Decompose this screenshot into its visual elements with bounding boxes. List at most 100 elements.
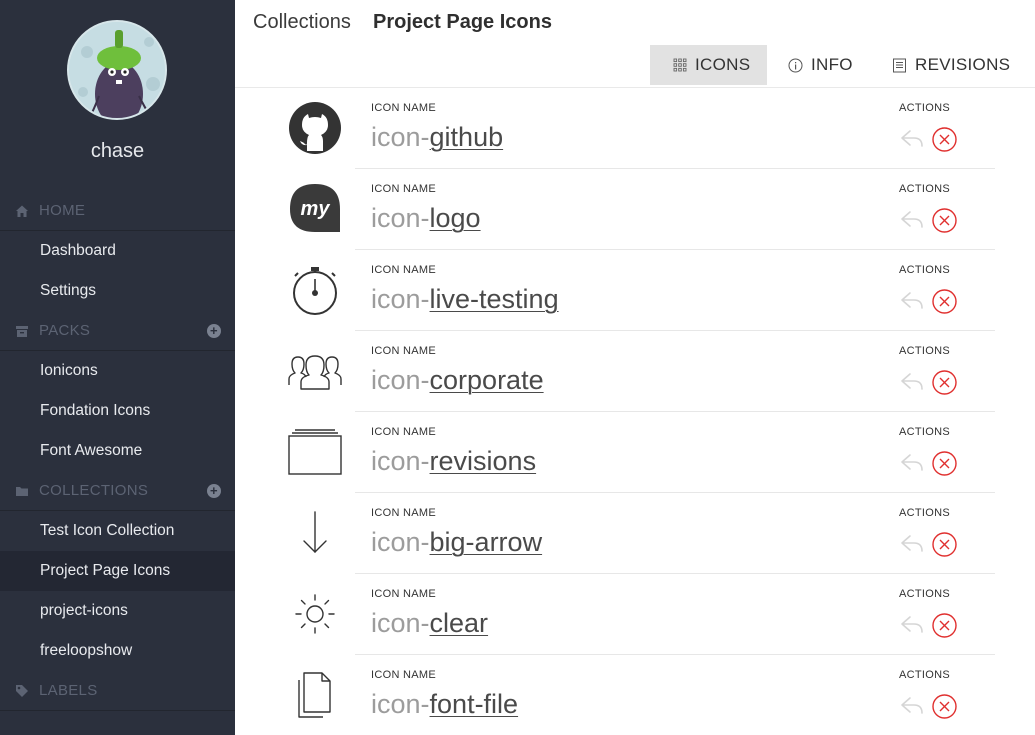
tab-info-label: INFO [811,55,853,74]
icon-name: icon-revisions [371,446,536,477]
delete-icon[interactable] [932,208,957,233]
icon-name-label: ICON NAME [371,102,437,114]
icon-row: ICON NAME icon-github ACTIONS [235,88,1035,169]
breadcrumb[interactable]: Collections [253,11,351,34]
delete-icon[interactable] [932,289,957,314]
icon-prefix: icon- [371,689,430,719]
icon-name-value[interactable]: corporate [430,365,544,395]
icon-row: ICON NAME icon-font-file ACTIONS [235,655,1035,735]
icon-name-value[interactable]: font-file [430,689,519,719]
reply-icon[interactable] [900,614,924,634]
home-icon [14,203,30,219]
icon-name-label: ICON NAME [371,588,437,600]
tag-icon [14,683,30,699]
sidebar-item-fondation-icons[interactable]: Fondation Icons [0,391,235,431]
delete-icon[interactable] [932,127,957,152]
sun-icon[interactable] [285,584,345,644]
icon-row: ICON NAME icon-corporate ACTIONS [235,331,1035,412]
people-group-icon[interactable] [285,341,345,401]
section-labels[interactable]: LABELS [0,671,235,711]
header: Collections Project Page Icons ICONS INF… [235,0,1035,88]
sidebar-item-test-icon-collection[interactable]: Test Icon Collection [0,511,235,551]
icon-name: icon-clear [371,608,488,639]
sidebar-item-dashboard[interactable]: Dashboard [0,231,235,271]
info-icon [788,58,803,73]
reply-icon[interactable] [900,128,924,148]
delete-icon[interactable] [932,694,957,719]
avatar[interactable] [67,20,167,120]
delete-icon[interactable] [932,370,957,395]
reply-icon[interactable] [900,371,924,391]
section-packs-label: PACKS [39,322,91,339]
sidebar: chase HOME Dashboard Settings PACKS + Io… [0,0,235,735]
icon-name-value[interactable]: revisions [430,446,537,476]
actions-label: ACTIONS [899,507,950,519]
archive-icon [14,323,30,339]
delete-icon[interactable] [932,532,957,557]
add-collection-icon[interactable]: + [207,484,221,498]
reply-icon[interactable] [900,209,924,229]
actions-label: ACTIONS [899,264,950,276]
sidebar-item-ionicons[interactable]: Ionicons [0,351,235,391]
sidebar-item-freeloopshow[interactable]: freeloopshow [0,631,235,671]
username: chase [90,140,145,162]
icon-name-label: ICON NAME [371,345,437,357]
icon-prefix: icon- [371,365,430,395]
delete-icon[interactable] [932,451,957,476]
grid-icon [673,58,687,72]
section-collections[interactable]: COLLECTIONS + [0,471,235,511]
icon-name-value[interactable]: clear [430,608,489,638]
stacked-layers-icon[interactable] [285,422,345,482]
tab-revisions-label: REVISIONS [915,55,1011,74]
arrow-down-icon[interactable] [285,503,345,563]
icon-name-value[interactable]: live-testing [430,284,559,314]
reply-icon[interactable] [900,290,924,310]
reply-icon[interactable] [900,533,924,553]
github-icon[interactable] [285,98,345,158]
reply-icon[interactable] [900,452,924,472]
tab-icons[interactable]: ICONS [650,45,767,85]
tab-info[interactable]: INFO [788,45,853,85]
actions-label: ACTIONS [899,426,950,438]
document-files-icon[interactable] [285,665,345,725]
delete-icon[interactable] [932,613,957,638]
icon-name-label: ICON NAME [371,183,437,195]
sidebar-item-project-page-icons[interactable]: Project Page Icons [0,551,235,591]
icon-name-value[interactable]: github [430,122,504,152]
icon-prefix: icon- [371,446,430,476]
reply-icon[interactable] [900,695,924,715]
icon-prefix: icon- [371,608,430,638]
icon-name-label: ICON NAME [371,669,437,681]
actions-label: ACTIONS [899,102,950,114]
icon-name-label: ICON NAME [371,426,437,438]
icon-prefix: icon- [371,284,430,314]
tab-icons-label: ICONS [695,55,751,74]
icon-prefix: icon- [371,122,430,152]
icon-row: ICON NAME icon-live-testing ACTIONS [235,250,1035,331]
document-icon [892,58,907,73]
stopwatch-icon[interactable] [285,260,345,320]
icon-prefix: icon- [371,527,430,557]
section-home[interactable]: HOME [0,191,235,231]
actions-label: ACTIONS [899,588,950,600]
sidebar-item-font-awesome[interactable]: Font Awesome [0,431,235,471]
eggplant-avatar-icon [69,22,165,118]
icon-name-label: ICON NAME [371,507,437,519]
add-pack-icon[interactable]: + [207,324,221,338]
sidebar-item-project-icons[interactable]: project-icons [0,591,235,631]
section-collections-label: COLLECTIONS [39,482,149,499]
icon-name: icon-font-file [371,689,518,720]
sidebar-item-settings[interactable]: Settings [0,271,235,311]
logo-icon[interactable]: my [285,179,345,239]
section-packs[interactable]: PACKS + [0,311,235,351]
actions-label: ACTIONS [899,669,950,681]
page-title: Project Page Icons [373,11,552,33]
icon-name-value[interactable]: logo [430,203,481,233]
icon-name-value[interactable]: big-arrow [430,527,543,557]
app-window: chase HOME Dashboard Settings PACKS + Io… [0,0,1035,735]
icon-row: ICON NAME icon-big-arrow ACTIONS [235,493,1035,574]
icon-name: icon-logo [371,203,481,234]
icon-row: ICON NAME icon-revisions ACTIONS [235,412,1035,493]
tab-revisions[interactable]: REVISIONS [892,45,1010,85]
icon-prefix: icon- [371,203,430,233]
